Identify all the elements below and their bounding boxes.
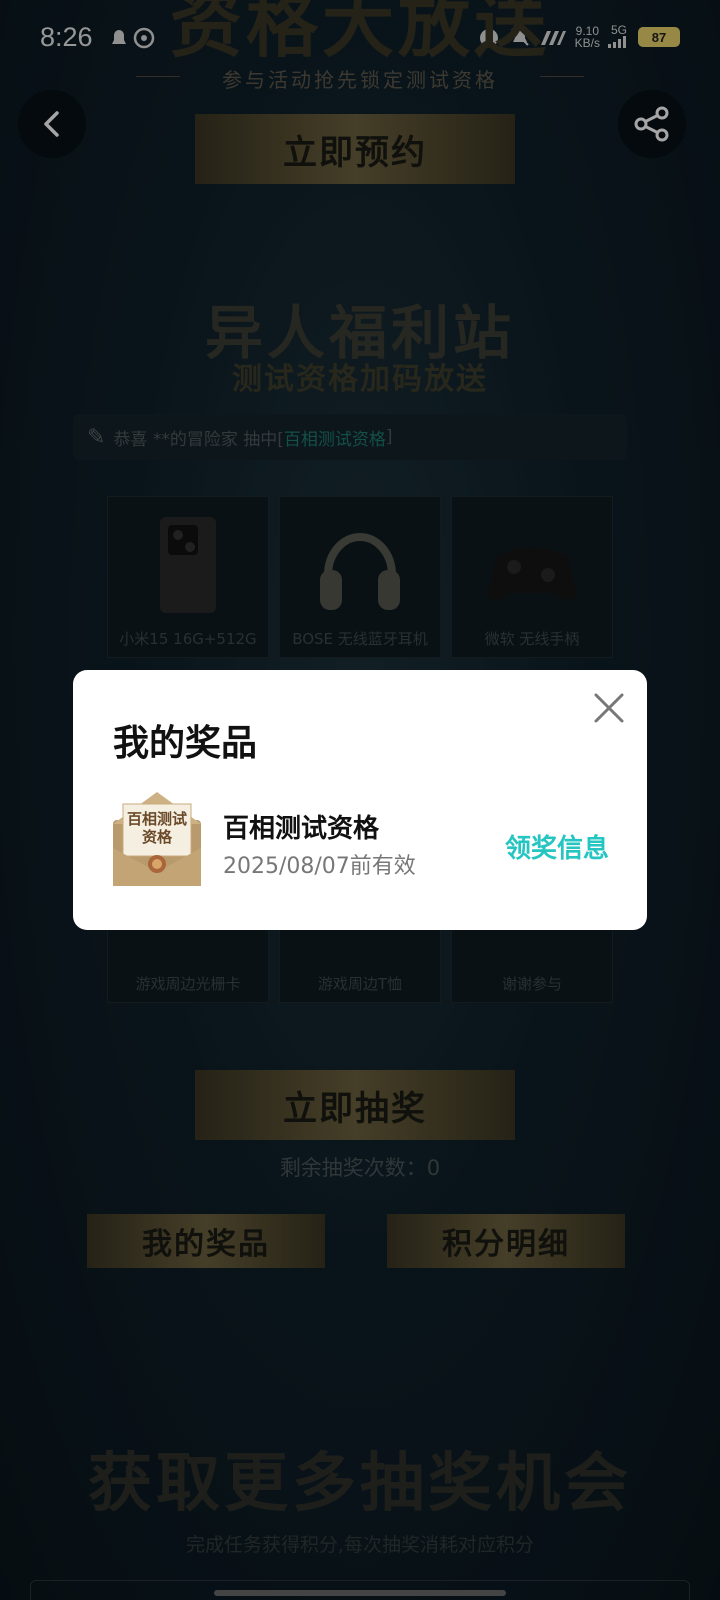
lottery-page: 8:26 9.10 KB/s 5G 87 资格大放送 参与活动抢先锁定测试资格: [0, 0, 720, 1600]
prize-validity: 2025/08/07前有效: [223, 854, 416, 879]
envelope-text-line2: 资格: [142, 828, 173, 846]
dialog-title: 我的奖品: [113, 723, 258, 764]
prize-name: 百相测试资格: [223, 814, 380, 844]
envelope-text-line1: 百相测试: [127, 810, 187, 828]
envelope-icon: 百相测试 资格: [113, 792, 201, 886]
my-prizes-dialog: 我的奖品 百相测试 资格 百相测试资格 2025/08/07前有效 领奖信息: [73, 670, 647, 930]
home-indicator[interactable]: [214, 1590, 506, 1596]
claim-info-link[interactable]: 领奖信息: [505, 828, 609, 865]
close-icon[interactable]: [593, 692, 625, 724]
